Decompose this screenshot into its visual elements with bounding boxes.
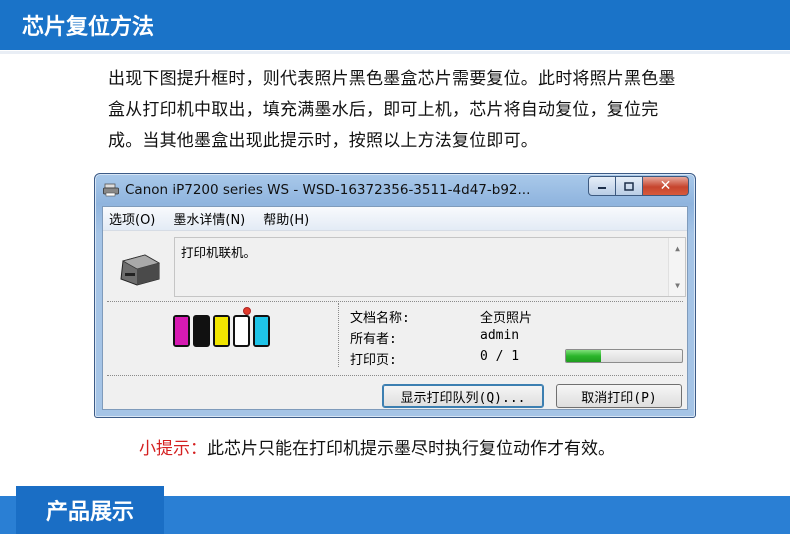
ink-cartridge xyxy=(233,315,250,347)
doc-name-value: 全页照片 xyxy=(480,311,533,326)
close-icon: ✕ xyxy=(659,178,672,194)
description-text: 出现下图提升框时，则代表照片黑色墨盒芯片需要复位。此时将照片黑色墨盒从打印机中取… xyxy=(108,69,676,151)
tip-label: 小提示： xyxy=(139,439,207,459)
maximize-icon xyxy=(624,181,634,191)
print-progress-bar xyxy=(565,349,683,363)
divider xyxy=(338,303,339,367)
minimize-button[interactable] xyxy=(588,176,616,196)
ink-level-fill xyxy=(175,317,188,345)
divider xyxy=(107,301,683,302)
ink-cartridge xyxy=(213,315,230,347)
minimize-icon xyxy=(598,187,606,189)
section-title: 芯片复位方法 xyxy=(22,15,155,40)
title-bar[interactable]: Canon iP7200 series WS - WSD-16372356-35… xyxy=(95,174,695,206)
product-section-header: 产品展示 xyxy=(0,486,790,534)
scroll-up-icon[interactable]: ▲ xyxy=(669,244,686,253)
status-message-box: 打印机联机。 ▲ ▼ xyxy=(174,237,686,297)
status-message: 打印机联机。 xyxy=(181,245,257,260)
menu-ink-details[interactable]: 墨水详情(N) xyxy=(171,209,247,228)
ink-level-fill xyxy=(255,317,268,345)
ink-cartridge xyxy=(193,315,210,347)
menu-options[interactable]: 选项(O) xyxy=(107,209,157,228)
ink-warning-icon xyxy=(243,307,251,315)
job-info: 文档名称: 全页照片 所有者: admin 打印页: 0 / 1 xyxy=(350,307,532,370)
printer-status-window: Canon iP7200 series WS - WSD-16372356-35… xyxy=(94,173,696,418)
progress-fill xyxy=(566,350,601,362)
ink-cartridge xyxy=(253,315,270,347)
ink-level-fill xyxy=(195,317,208,345)
product-section-title: 产品展示 xyxy=(16,486,164,534)
window-title: Canon iP7200 series WS - WSD-16372356-35… xyxy=(125,182,531,198)
ink-cartridge xyxy=(173,315,190,347)
window-client: 选项(O) 墨水详情(N) 帮助(H) 打印机联机。 ▲ ▼ 文档名称: 全页照… xyxy=(102,206,688,410)
tip: 小提示：此芯片只能在打印机提示墨尽时执行复位动作才有效。 xyxy=(139,434,615,459)
ink-level-fill xyxy=(215,317,228,345)
cancel-print-button[interactable]: 取消打印(P) xyxy=(556,384,682,408)
section-header: 芯片复位方法 xyxy=(0,0,790,54)
owner-label: 所有者: xyxy=(350,332,397,347)
printer-icon xyxy=(103,183,119,197)
pages-label: 打印页: xyxy=(350,353,397,368)
owner-value: admin xyxy=(480,328,520,343)
maximize-button[interactable] xyxy=(616,176,643,196)
menu-bar: 选项(O) 墨水详情(N) 帮助(H) xyxy=(103,207,687,231)
tip-text: 此芯片只能在打印机提示墨尽时执行复位动作才有效。 xyxy=(207,439,615,459)
ink-levels xyxy=(173,315,270,347)
menu-help[interactable]: 帮助(H) xyxy=(261,209,311,228)
divider xyxy=(107,375,683,376)
close-button[interactable]: ✕ xyxy=(643,176,689,196)
scrollbar[interactable]: ▲ ▼ xyxy=(668,238,685,296)
pages-value: 0 / 1 xyxy=(480,349,520,364)
show-print-queue-button[interactable]: 显示打印队列(Q)... xyxy=(382,384,544,408)
scroll-down-icon[interactable]: ▼ xyxy=(669,281,686,290)
printer-device-icon xyxy=(120,254,161,286)
doc-name-label: 文档名称: xyxy=(350,311,410,326)
